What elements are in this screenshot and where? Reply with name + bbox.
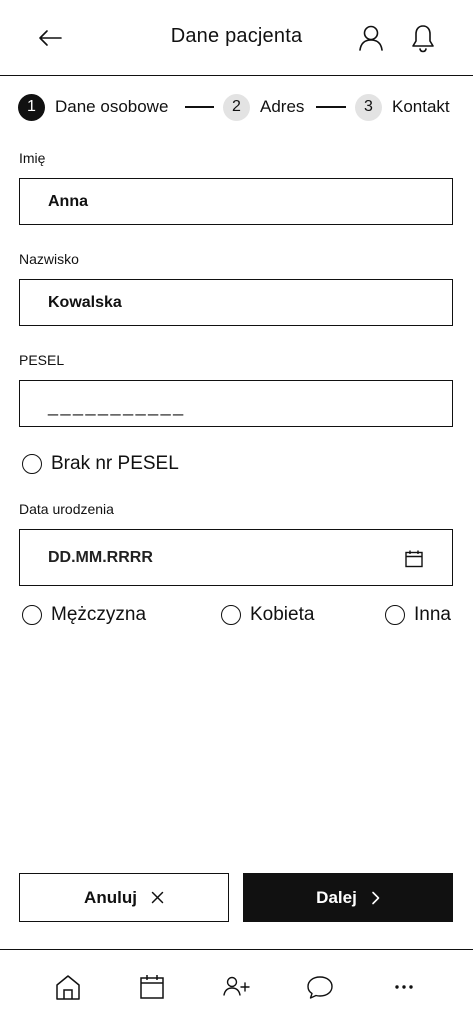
- home-icon[interactable]: [53, 972, 83, 1002]
- pesel-label: PESEL: [19, 352, 65, 368]
- step-number: 3: [355, 93, 382, 121]
- gender-option-female[interactable]: Kobieta: [221, 604, 314, 626]
- calendar-icon[interactable]: [137, 972, 167, 1002]
- more-icon[interactable]: [389, 972, 419, 1002]
- gender-male-label: Mężczyzna: [51, 604, 147, 625]
- add-user-icon[interactable]: [221, 972, 251, 1002]
- step-number: 2: [223, 93, 250, 121]
- next-button[interactable]: Dalej: [243, 873, 453, 922]
- cancel-button-label: Anuluj: [84, 887, 137, 907]
- app-header: Dane pacjenta: [0, 0, 473, 76]
- step-label: Adres: [260, 97, 305, 116]
- last-name-label: Nazwisko: [19, 251, 79, 267]
- step-number: 1: [18, 93, 45, 121]
- page-title: Dane pacjenta: [170, 25, 303, 47]
- progress-stepper: 1 Dane osobowe 2 Adres 3 Kontakt: [18, 93, 458, 121]
- birth-date-field[interactable]: DD.MM.RRRR: [19, 529, 453, 586]
- step-address[interactable]: 2 Adres: [223, 93, 304, 121]
- user-icon[interactable]: [356, 22, 386, 54]
- bell-icon[interactable]: [408, 22, 438, 54]
- pesel-field[interactable]: ___________: [19, 380, 453, 427]
- close-icon: [151, 891, 164, 904]
- pesel-placeholder: ___________: [48, 396, 186, 416]
- next-button-label: Dalej: [316, 887, 357, 907]
- step-contact[interactable]: 3 Kontakt: [355, 93, 450, 121]
- radio-circle: [22, 605, 42, 625]
- step-personal-data[interactable]: 1 Dane osobowe: [18, 93, 168, 121]
- first-name-field[interactable]: Anna: [19, 178, 453, 225]
- last-name-value: Kowalska: [48, 293, 122, 311]
- radio-circle: [221, 605, 241, 625]
- chat-icon[interactable]: [305, 972, 335, 1002]
- birth-date-label: Data urodzenia: [19, 501, 114, 517]
- step-label: Dane osobowe: [55, 97, 169, 116]
- bottom-nav: [0, 949, 473, 1024]
- step-label: Kontakt: [392, 97, 450, 116]
- birth-date-placeholder: DD.MM.RRRR: [48, 548, 153, 566]
- first-name-value: Anna: [48, 192, 88, 210]
- radio-circle: [22, 454, 42, 474]
- first-name-label: Imię: [19, 150, 46, 166]
- no-pesel-checkbox[interactable]: Brak nr PESEL: [22, 453, 179, 475]
- gender-option-male[interactable]: Mężczyzna: [22, 604, 146, 626]
- step-connector: [316, 106, 346, 108]
- no-pesel-label: Brak nr PESEL: [51, 453, 179, 474]
- calendar-icon[interactable]: [404, 549, 424, 569]
- gender-other-label: Inna: [414, 604, 451, 625]
- gender-female-label: Kobieta: [250, 604, 315, 625]
- cancel-button[interactable]: Anuluj: [19, 873, 229, 922]
- step-connector: [185, 106, 214, 108]
- gender-option-other[interactable]: Inna: [385, 604, 451, 626]
- last-name-field[interactable]: Kowalska: [19, 279, 453, 326]
- chevron-right-icon: [372, 891, 380, 904]
- radio-circle: [385, 605, 405, 625]
